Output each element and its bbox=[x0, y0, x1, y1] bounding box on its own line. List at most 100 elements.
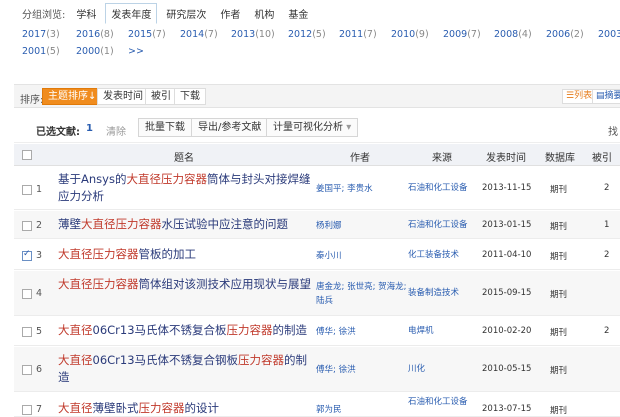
year-filter-item[interactable]: 2011(7) bbox=[339, 29, 377, 40]
header-citations[interactable]: 被引 bbox=[592, 149, 612, 164]
year-filter-item[interactable]: 2003 bbox=[598, 29, 620, 40]
title-segment: 薄壁卧式 bbox=[92, 401, 139, 415]
row-author[interactable]: 傅华; 徐洪 bbox=[316, 325, 408, 339]
row-database: 期刊 bbox=[550, 252, 568, 262]
table-row: 5 大直径06Cr13马氏体不锈复合板压力容器的制造 傅华; 徐洪 电焊机 20… bbox=[14, 317, 620, 346]
results-table-header: 题名 作者 来源 发表时间 数据库 被引 bbox=[14, 144, 620, 166]
row-checkbox[interactable] bbox=[22, 289, 32, 299]
year-filter-item[interactable]: 2009(7) bbox=[443, 29, 481, 40]
row-checkbox[interactable] bbox=[22, 327, 32, 337]
year-filter-item[interactable]: 2000(1) bbox=[76, 46, 114, 57]
sort-by-date-button[interactable]: 发表时间 bbox=[97, 88, 149, 105]
header-author[interactable]: 作者 bbox=[350, 149, 370, 164]
year-filter-item[interactable]: 2001(5) bbox=[22, 46, 60, 57]
row-citations[interactable]: 2 bbox=[604, 326, 609, 336]
row-citations[interactable]: 2 bbox=[604, 183, 609, 193]
row-source[interactable]: 川化 bbox=[408, 363, 480, 376]
visualize-dropdown[interactable]: 计量可视化分析 ▾ bbox=[266, 118, 359, 137]
sort-by-topic-button[interactable]: 主题排序↓ bbox=[42, 88, 103, 105]
title-keyword-highlight: 大直径 bbox=[58, 323, 93, 337]
row-date: 2011-04-10 bbox=[482, 250, 532, 260]
selected-label: 已选文献: bbox=[36, 127, 80, 138]
year-filter-item[interactable]: 2015(7) bbox=[128, 29, 166, 40]
group-tab-institution[interactable]: 机构 bbox=[249, 4, 279, 23]
group-tab-subject[interactable]: 学科 bbox=[71, 4, 101, 23]
article-title-link[interactable]: 薄壁大直径压力容器水压试验中应注意的问题 bbox=[58, 216, 316, 233]
year-filter-item[interactable]: 2006(2) bbox=[546, 29, 584, 40]
group-label: 分组浏览: bbox=[22, 9, 66, 21]
row-source[interactable]: 石油和化工设备 bbox=[408, 182, 480, 195]
row-source[interactable]: 化工装备技术 bbox=[408, 249, 480, 262]
title-segment: 06Cr13马氏体不锈复合钢板 bbox=[92, 353, 239, 367]
row-checkbox[interactable] bbox=[22, 365, 32, 375]
select-all-checkbox[interactable] bbox=[22, 150, 32, 160]
article-title-link[interactable]: 大直径压力容器管板的加工 bbox=[58, 246, 316, 263]
title-keyword-highlight: 大直径 bbox=[58, 353, 93, 367]
header-source[interactable]: 来源 bbox=[432, 149, 452, 164]
clear-selection-link[interactable]: 清除 bbox=[106, 123, 126, 138]
article-title-link[interactable]: 大直径薄壁卧式压力容器的设计 bbox=[58, 400, 316, 417]
article-title-link[interactable]: 大直径压力容器筒体组对该测技术应用现状与展望 bbox=[58, 276, 316, 293]
row-checkbox[interactable] bbox=[22, 405, 32, 415]
year-filter-item[interactable]: 2013(10) bbox=[231, 29, 275, 40]
row-author[interactable]: 郭为民 bbox=[316, 403, 408, 417]
row-source[interactable]: 石油和化工设备 bbox=[408, 219, 480, 232]
year-filter-item[interactable]: 2010(9) bbox=[391, 29, 429, 40]
row-number: 3 bbox=[36, 250, 43, 261]
view-list-button[interactable]: ☰列表 bbox=[562, 89, 597, 104]
group-tab-author[interactable]: 作者 bbox=[215, 4, 245, 23]
view-abstract-button[interactable]: ▤摘要 bbox=[592, 89, 620, 104]
row-database: 期刊 bbox=[550, 328, 568, 338]
year-filter-item[interactable]: 2008(4) bbox=[494, 29, 532, 40]
year-filter-item[interactable]: 2016(8) bbox=[76, 29, 114, 40]
row-date: 2013-01-15 bbox=[482, 220, 532, 230]
sort-label: 排序: bbox=[20, 95, 44, 106]
row-checkbox[interactable] bbox=[22, 221, 32, 231]
table-row: 4 大直径压力容器筒体组对该测技术应用现状与展望 唐金龙; 张世亮; 贺海龙; … bbox=[14, 271, 620, 316]
title-keyword-highlight: 压力容器 bbox=[238, 353, 285, 367]
header-title[interactable]: 题名 bbox=[174, 149, 194, 164]
header-date[interactable]: 发表时间 bbox=[486, 149, 526, 164]
export-button[interactable]: 导出/参考文献 bbox=[191, 118, 269, 137]
title-segment: 筒体组对该测技术应用现状与展望 bbox=[138, 277, 312, 291]
title-keyword-highlight: 大直径压力容器 bbox=[58, 247, 139, 261]
sort-toolbar: 排序: 主题排序↓ 发表时间 被引 下载 ☰列表 ▤摘要 bbox=[14, 84, 620, 108]
row-citations[interactable]: 1 bbox=[604, 220, 609, 230]
title-keyword-highlight: 大直径压力容器 bbox=[81, 217, 162, 231]
group-tabs-row: 分组浏览: 学科 发表年度 研究层次 作者 机构 基金 bbox=[0, 2, 317, 24]
selected-count: 1 bbox=[86, 123, 93, 134]
title-keyword-highlight: 大直径压力容器 bbox=[126, 172, 207, 186]
title-keyword-highlight: 大直径压力容器 bbox=[58, 277, 139, 291]
article-title-link[interactable]: 大直径06Cr13马氏体不锈复合板压力容器的制造 bbox=[58, 322, 316, 339]
title-segment: 基于Ansys的 bbox=[58, 172, 127, 186]
article-title-link[interactable]: 基于Ansys的大直径压力容器筒体与封头对接焊缝应力分析 bbox=[58, 171, 316, 205]
header-database: 数据库 bbox=[545, 153, 575, 164]
group-tab-fund[interactable]: 基金 bbox=[283, 4, 313, 23]
row-source[interactable]: 石油和化工设备 bbox=[408, 396, 480, 409]
sort-by-downloads-button[interactable]: 下载 bbox=[174, 88, 206, 105]
row-number: 7 bbox=[36, 404, 43, 415]
year-filter-item[interactable]: 2012(5) bbox=[288, 29, 326, 40]
row-author[interactable]: 傅华; 徐洪 bbox=[316, 363, 408, 377]
article-title-link[interactable]: 大直径06Cr13马氏体不锈复合钢板压力容器的制造 bbox=[58, 352, 316, 386]
year-filter-item[interactable]: 2017(3) bbox=[22, 29, 60, 40]
row-author[interactable]: 姜国平; 李贵水 bbox=[316, 182, 408, 196]
row-database: 期刊 bbox=[550, 406, 568, 416]
row-source[interactable]: 装备制造技术 bbox=[408, 287, 480, 300]
table-row: 7 大直径薄壁卧式压力容器的设计 郭为民 石油和化工设备 2013-07-15 … bbox=[14, 393, 620, 417]
row-citations[interactable]: 2 bbox=[604, 250, 609, 260]
group-navigation: 分组浏览: 学科 发表年度 研究层次 作者 机构 基金 2017(3) 2016… bbox=[0, 0, 620, 68]
year-more-link[interactable]: >> bbox=[128, 46, 144, 57]
row-checkbox[interactable] bbox=[22, 249, 32, 261]
row-source[interactable]: 电焊机 bbox=[408, 325, 480, 338]
row-author[interactable]: 唐金龙; 张世亮; 贺海龙; 陆兵 bbox=[316, 280, 408, 308]
group-tab-research-level[interactable]: 研究层次 bbox=[161, 4, 211, 23]
row-number: 2 bbox=[36, 220, 43, 231]
row-author[interactable]: 杨利娜 bbox=[316, 219, 408, 233]
row-author[interactable]: 秦小川 bbox=[316, 249, 408, 263]
row-checkbox[interactable] bbox=[22, 185, 32, 195]
group-tab-year[interactable]: 发表年度 bbox=[105, 2, 158, 24]
batch-download-button[interactable]: 批量下载 bbox=[138, 118, 192, 137]
sort-by-citations-button[interactable]: 被引 bbox=[145, 88, 177, 105]
year-filter-item[interactable]: 2014(7) bbox=[180, 29, 218, 40]
